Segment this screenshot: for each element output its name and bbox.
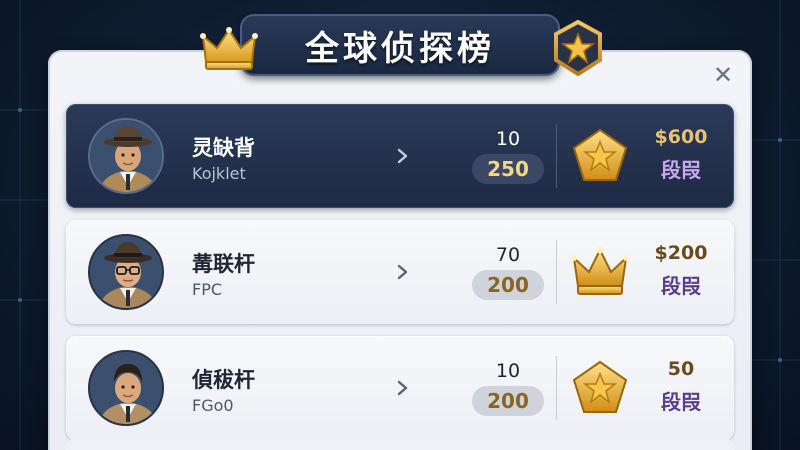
player-name: 灵缺背 — [192, 136, 255, 160]
score-main-value: 250 — [487, 157, 529, 181]
divider — [556, 124, 557, 188]
score-pill: 250 — [472, 154, 544, 184]
score-main-value: 200 — [487, 389, 529, 413]
crown-icon — [200, 27, 258, 70]
chevron-right-icon[interactable] — [394, 258, 412, 286]
player-handle: Kojklet — [192, 164, 246, 183]
star-pentagon-icon — [572, 128, 628, 181]
page-title: 全球侦探榜 — [305, 28, 495, 69]
avatar — [88, 350, 164, 426]
leaderboard-row-3[interactable]: 偵秡杆 FGo0 10 200 50 段叚 — [66, 336, 734, 440]
crown-icon — [571, 246, 629, 295]
rank-label: 段叚 — [661, 390, 701, 414]
title-banner: 全球侦探榜 — [240, 14, 560, 76]
avatar — [88, 234, 164, 310]
rank-label: 段叚 — [661, 274, 701, 298]
score-top-value: 10 — [495, 360, 521, 382]
close-icon: ✕ — [712, 61, 734, 89]
leaderboard-row-1[interactable]: 灵缺背 Kojklet 10 250 $600 段叚 — [66, 104, 734, 208]
leaderboard-row-2[interactable]: 冓联杆 FPC 70 200 $200 段叚 — [66, 220, 734, 324]
divider — [556, 240, 557, 304]
chevron-right-icon[interactable] — [394, 374, 412, 402]
player-name: 冓联杆 — [192, 252, 255, 276]
player-handle: FGo0 — [192, 396, 234, 415]
prize-amount: $200 — [654, 242, 708, 264]
score-pill: 200 — [472, 270, 544, 300]
player-name: 偵秡杆 — [192, 368, 255, 392]
score-main-value: 200 — [487, 273, 529, 297]
chevron-right-icon[interactable] — [394, 142, 412, 170]
divider — [556, 356, 557, 420]
star-badge-icon — [554, 20, 602, 76]
close-button[interactable]: ✕ — [710, 61, 736, 89]
prize-amount: 50 — [667, 358, 695, 380]
score-pill: 200 — [472, 386, 544, 416]
player-handle: FPC — [192, 280, 223, 299]
score-top-value: 70 — [495, 244, 521, 266]
rank-label: 段叚 — [661, 158, 701, 182]
avatar — [88, 118, 164, 194]
score-top-value: 10 — [495, 128, 521, 150]
star-pentagon-icon — [572, 360, 628, 413]
prize-amount: $600 — [654, 126, 708, 148]
leaderboard-row-partial — [66, 438, 734, 450]
